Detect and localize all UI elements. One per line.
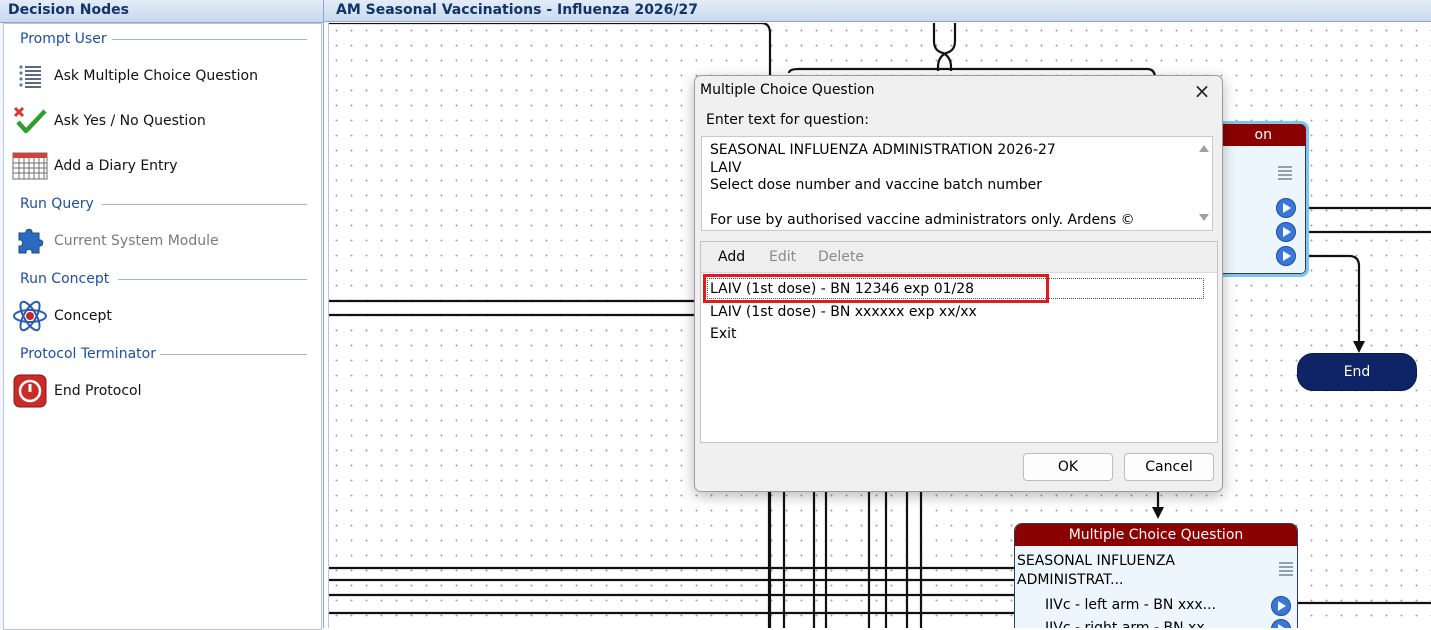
answer-connector-arrow[interactable]: [1271, 596, 1291, 616]
node-answer-label: IIVc - right arm - BN xx...: [1045, 620, 1218, 628]
group-title-run-concept: Run Concept: [20, 271, 110, 287]
flow-node-mcq-bottom[interactable]: Multiple Choice Question SEASONAL INFLUE…: [1014, 523, 1298, 628]
power-icon: [12, 374, 48, 408]
answer-connector-arrow[interactable]: [1276, 246, 1296, 266]
edit-answer-button[interactable]: Edit: [769, 249, 796, 265]
answer-list-item[interactable]: LAIV (1st dose) - BN xxxxxx exp xx/xx: [710, 304, 977, 320]
node-question-text: SEASONAL INFLUENZA ADMINISTRAT...: [1017, 552, 1175, 590]
multiple-choice-question-dialog: Multiple Choice Question × Enter text fo…: [694, 75, 1223, 492]
decision-nodes-panel: Decision Nodes Prompt User Ask Multiple …: [0, 0, 324, 630]
answer-connector-arrow[interactable]: [1271, 619, 1291, 628]
tool-label: Ask Yes / No Question: [54, 113, 206, 129]
node-text-line: ADMINISTRAT...: [1017, 572, 1124, 588]
group-divider: [112, 39, 307, 40]
ok-button[interactable]: OK: [1023, 453, 1113, 481]
group-divider: [118, 279, 307, 280]
panel-title: Decision Nodes: [0, 0, 323, 23]
tool-ask-yes-no[interactable]: Ask Yes / No Question: [12, 104, 206, 138]
tool-label: Add a Diary Entry: [54, 158, 178, 174]
cancel-button[interactable]: Cancel: [1124, 453, 1214, 481]
tool-label: End Protocol: [54, 383, 142, 399]
dialog-title: Multiple Choice Question: [700, 82, 875, 98]
question-scrollbar[interactable]: [1195, 137, 1212, 230]
calendar-icon: [12, 149, 48, 183]
answer-list[interactable]: LAIV (1st dose) - BN 12346 exp 01/28 LAI…: [701, 273, 1217, 442]
scroll-down-icon[interactable]: [1199, 214, 1209, 221]
scroll-up-icon[interactable]: [1199, 145, 1209, 152]
puzzle-icon: [12, 224, 48, 258]
yes-no-check-icon: [12, 104, 48, 138]
group-divider: [102, 204, 307, 205]
tool-label: Ask Multiple Choice Question: [54, 68, 258, 84]
close-icon[interactable]: ×: [1190, 80, 1214, 102]
list-icon: [1276, 164, 1294, 186]
delete-answer-button[interactable]: Delete: [818, 249, 864, 265]
tool-concept[interactable]: Concept: [12, 299, 112, 333]
group-divider: [160, 354, 307, 355]
node-title: Multiple Choice Question: [1015, 524, 1297, 546]
group-title-run-query: Run Query: [20, 196, 94, 212]
group-title-protocol-terminator: Protocol Terminator: [20, 346, 156, 362]
group-title-prompt-user: Prompt User: [20, 31, 107, 47]
tool-end-protocol[interactable]: End Protocol: [12, 374, 141, 408]
question-prompt-label: Enter text for question:: [706, 112, 870, 128]
answers-panel: Add Edit Delete LAIV (1st dose) - BN 123…: [700, 241, 1218, 443]
tool-add-diary-entry[interactable]: Add a Diary Entry: [12, 149, 178, 183]
tool-ask-multiple-choice[interactable]: Ask Multiple Choice Question: [12, 59, 258, 93]
toolbox: Prompt User Ask Multiple Choice Question…: [3, 23, 322, 630]
atom-icon: [12, 299, 48, 333]
list-icon: [1277, 560, 1295, 582]
answer-connector-arrow[interactable]: [1276, 198, 1296, 218]
add-answer-button[interactable]: Add: [718, 249, 745, 265]
tool-label: Current System Module: [54, 233, 219, 249]
answer-list-item[interactable]: Exit: [710, 326, 737, 342]
node-text-line: SEASONAL INFLUENZA: [1017, 553, 1176, 569]
node-answer-label: IIVc - left arm - BN xxx...: [1045, 597, 1217, 613]
answer-connector-arrow[interactable]: [1276, 222, 1296, 242]
highlight-annotation-box: [703, 274, 1049, 303]
list-icon: [12, 59, 48, 93]
canvas-title: AM Seasonal Vaccinations - Influenza 202…: [324, 0, 1431, 22]
tool-label: Concept: [54, 308, 112, 324]
question-text: SEASONAL INFLUENZA ADMINISTRATION 2026-2…: [710, 142, 1135, 228]
question-text-input[interactable]: SEASONAL INFLUENZA ADMINISTRATION 2026-2…: [701, 136, 1213, 231]
answers-toolbar: Add Edit Delete: [701, 242, 1217, 273]
end-node[interactable]: End: [1297, 353, 1417, 391]
tool-current-system-module[interactable]: Current System Module: [12, 224, 219, 258]
